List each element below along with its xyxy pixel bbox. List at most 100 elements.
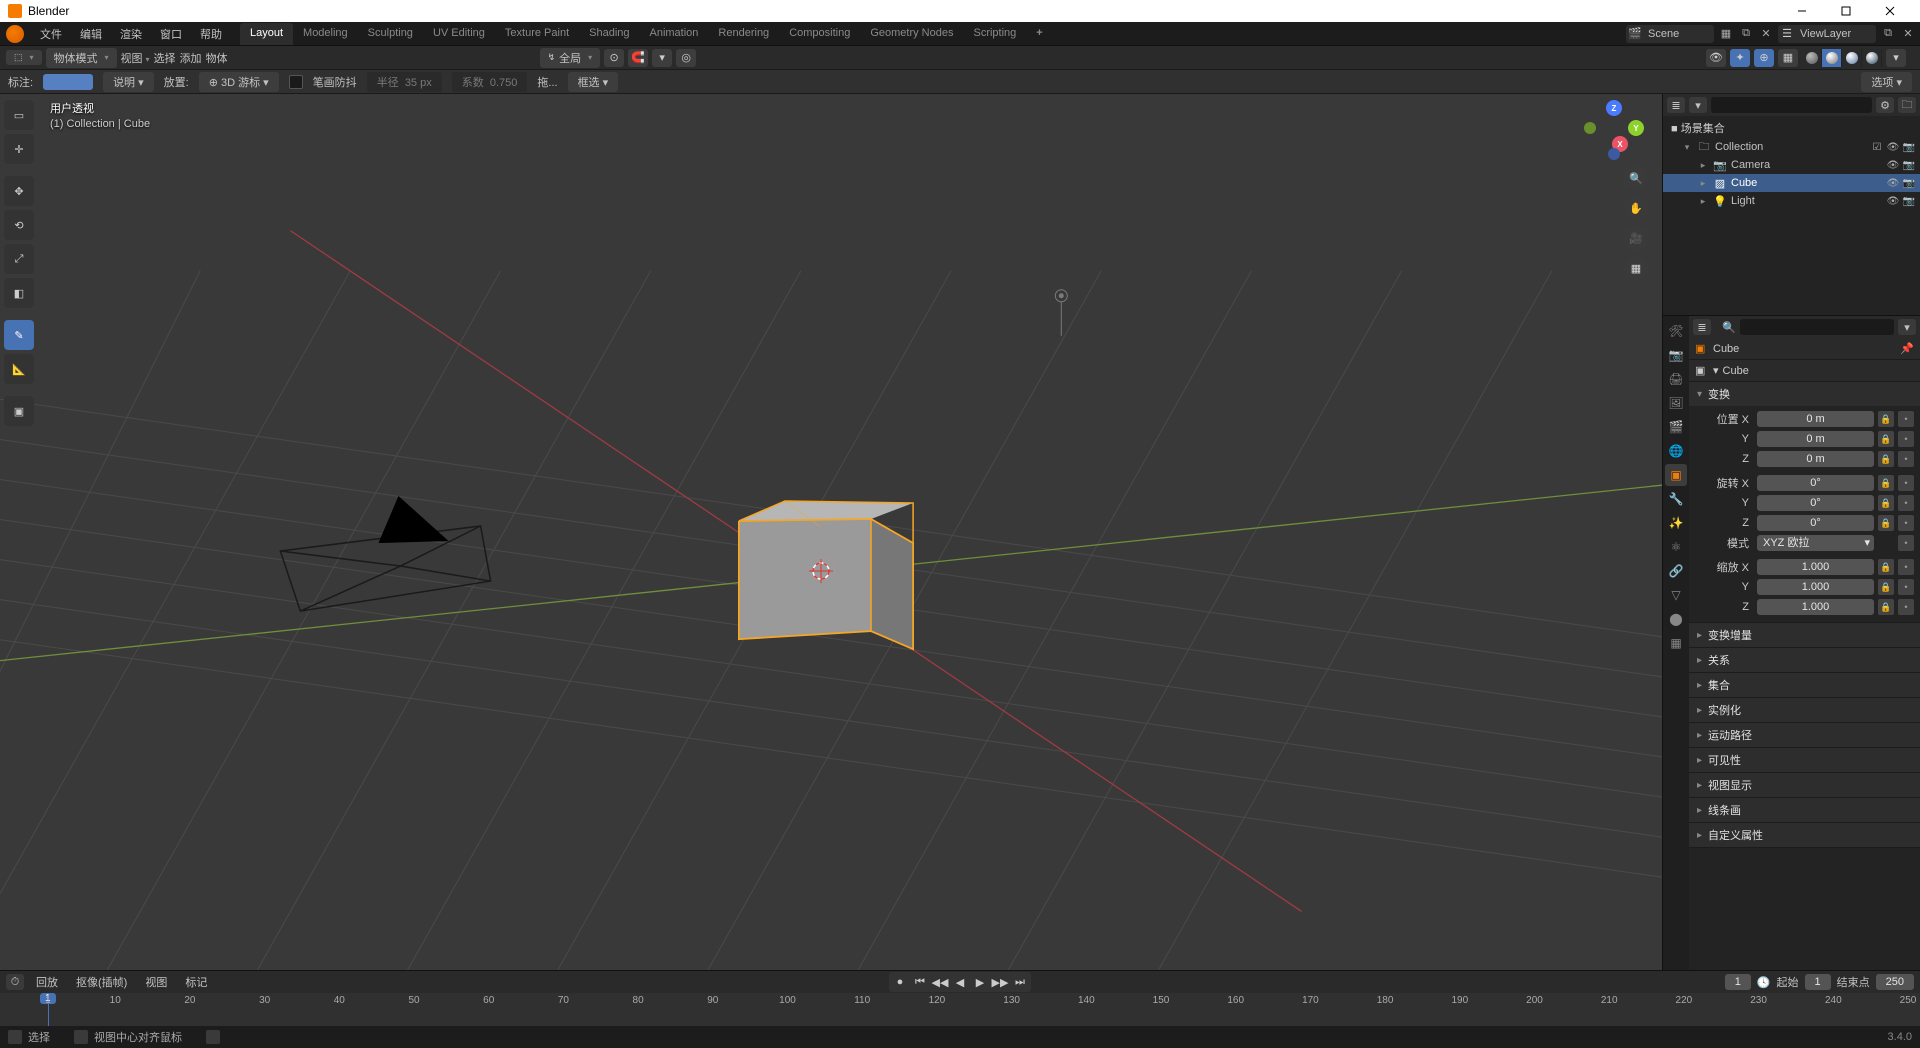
- place-dropdown[interactable]: ⊕ 3D 游标 ▾: [199, 72, 279, 92]
- scl-z-field[interactable]: 1.000: [1757, 599, 1874, 615]
- eye-icon[interactable]: 👁: [1886, 196, 1900, 207]
- timeline-editor-type[interactable]: ⏱: [6, 974, 24, 990]
- menu-select[interactable]: 选择: [154, 50, 176, 66]
- jump-end[interactable]: ⏭: [1011, 974, 1029, 990]
- pin-icon[interactable]: 📌: [1900, 342, 1914, 355]
- scl-x-field[interactable]: 1.000: [1757, 559, 1874, 575]
- maximize-button[interactable]: [1824, 0, 1868, 22]
- outliner-item-camera[interactable]: ▸ 📷 Camera 👁📷: [1663, 156, 1920, 174]
- nav-camera[interactable]: 🎥: [1624, 226, 1648, 250]
- timeline-view[interactable]: 视图: [139, 972, 173, 992]
- overlay-toggle[interactable]: ⊕: [1754, 49, 1774, 67]
- axis-z[interactable]: Z: [1606, 100, 1622, 116]
- panel-transform-header[interactable]: 变换: [1689, 382, 1920, 406]
- ptab-physics[interactable]: ⚛: [1665, 536, 1687, 558]
- start-frame-field[interactable]: 1: [1805, 974, 1831, 990]
- radius-field[interactable]: 半径 35 px: [367, 72, 442, 92]
- tab-animation[interactable]: Animation: [640, 23, 709, 45]
- annotate-layer-dropdown[interactable]: 说明 ▾: [103, 72, 154, 92]
- scl-y-field[interactable]: 1.000: [1757, 579, 1874, 595]
- rot-x-field[interactable]: 0°: [1757, 475, 1874, 491]
- breadcrumb-data-name[interactable]: Cube: [1723, 365, 1749, 377]
- rot-z-field[interactable]: 0°: [1757, 515, 1874, 531]
- play-reverse[interactable]: ◀: [951, 974, 969, 990]
- gizmo-toggle[interactable]: ✦: [1730, 49, 1750, 67]
- pos-x-field[interactable]: 0 m: [1757, 411, 1874, 427]
- outliner-item-light[interactable]: ▸ 💡 Light 👁📷: [1663, 192, 1920, 210]
- shading-matprev[interactable]: [1842, 49, 1862, 67]
- tool-measure[interactable]: 📐: [4, 354, 34, 384]
- camera-icon[interactable]: 📷: [1902, 178, 1916, 189]
- camera-icon[interactable]: 📷: [1902, 142, 1916, 153]
- tool-select-box[interactable]: ▭: [4, 100, 34, 130]
- ptab-viewlayer[interactable]: 🖼: [1665, 392, 1687, 414]
- outliner-new-collection[interactable]: 🗀: [1898, 97, 1916, 113]
- minimize-button[interactable]: [1780, 0, 1824, 22]
- mode-dropdown[interactable]: 物体模式: [46, 48, 117, 68]
- tool-move[interactable]: ✥: [4, 176, 34, 206]
- scene-new-button[interactable]: ⧉: [1738, 26, 1754, 42]
- rotation-mode-dropdown[interactable]: XYZ 欧拉 ▾: [1757, 535, 1874, 551]
- menu-add[interactable]: 添加: [180, 50, 202, 66]
- properties-editor-type[interactable]: ≣: [1693, 319, 1711, 335]
- tab-scripting[interactable]: Scripting: [963, 23, 1026, 45]
- outliner-display-dropdown[interactable]: ▾: [1689, 97, 1707, 113]
- camera-icon[interactable]: 📷: [1902, 196, 1916, 207]
- outliner-filter-button[interactable]: ⚙: [1876, 97, 1894, 113]
- menu-window[interactable]: 窗口: [152, 22, 190, 46]
- ptab-tool[interactable]: 🛠: [1665, 320, 1687, 342]
- eye-icon[interactable]: 👁: [1886, 160, 1900, 171]
- include-checkbox[interactable]: ☑: [1870, 142, 1884, 153]
- navigation-gizmo[interactable]: Z Y X: [1584, 100, 1644, 160]
- shading-solid[interactable]: [1822, 49, 1842, 67]
- tool-annotate[interactable]: ✎: [4, 320, 34, 350]
- eye-icon[interactable]: 👁: [1886, 142, 1900, 153]
- breadcrumb-obj-name[interactable]: Cube: [1713, 343, 1739, 355]
- scene-delete-button[interactable]: ✕: [1758, 26, 1774, 42]
- xray-toggle[interactable]: ▦: [1778, 49, 1798, 67]
- tab-rendering[interactable]: Rendering: [708, 23, 779, 45]
- axis-y[interactable]: Y: [1628, 120, 1644, 136]
- tool-transform[interactable]: ◧: [4, 278, 34, 308]
- select-mode-dropdown[interactable]: 框选 ▾: [568, 72, 619, 92]
- autokey-toggle[interactable]: ●: [891, 974, 909, 990]
- ptab-modifiers[interactable]: 🔧: [1665, 488, 1687, 510]
- timeline-ruler[interactable]: 1 11020304050607080901001101201301401501…: [0, 993, 1920, 1026]
- jump-start[interactable]: ⏮: [911, 974, 929, 990]
- camera-icon[interactable]: 📷: [1902, 160, 1916, 171]
- current-frame-field[interactable]: 1: [1725, 974, 1751, 990]
- snap-dropdown[interactable]: ▾: [652, 49, 672, 67]
- ptab-constraints[interactable]: 🔗: [1665, 560, 1687, 582]
- tool-rotate[interactable]: ⟲: [4, 210, 34, 240]
- ptab-texture[interactable]: ▦: [1665, 632, 1687, 654]
- shading-wireframe[interactable]: [1802, 49, 1822, 67]
- rot-y-field[interactable]: 0°: [1757, 495, 1874, 511]
- play[interactable]: ▶: [971, 974, 989, 990]
- visibility-button[interactable]: 👁: [1706, 49, 1726, 67]
- tab-compositing[interactable]: Compositing: [779, 23, 860, 45]
- eye-icon[interactable]: 👁: [1886, 178, 1900, 189]
- 3d-viewport[interactable]: ▭ ✛ ✥ ⟲ ⤢ ◧ ✎ 📐 ▣ 用户透视 (1) Collection | …: [0, 94, 1662, 970]
- tab-geometry-nodes[interactable]: Geometry Nodes: [860, 23, 963, 45]
- menu-help[interactable]: 帮助: [192, 22, 230, 46]
- scene-dropdown[interactable]: 🎬: [1626, 25, 1714, 43]
- editor-type-dropdown[interactable]: ⬚: [6, 50, 42, 65]
- keyframe-prev[interactable]: ◀◀: [931, 974, 949, 990]
- ptab-scene[interactable]: 🎬: [1665, 416, 1687, 438]
- tab-layout[interactable]: Layout: [240, 23, 293, 45]
- tool-cursor[interactable]: ✛: [4, 134, 34, 164]
- timeline-marker[interactable]: 标记: [179, 972, 213, 992]
- shading-dropdown[interactable]: ▾: [1886, 49, 1906, 67]
- tab-modeling[interactable]: Modeling: [293, 23, 358, 45]
- pos-y-field[interactable]: 0 m: [1757, 431, 1874, 447]
- menu-render[interactable]: 渲染: [112, 22, 150, 46]
- annotate-color[interactable]: [43, 74, 93, 90]
- ptab-particles[interactable]: ✨: [1665, 512, 1687, 534]
- end-frame-field[interactable]: 250: [1876, 974, 1914, 990]
- orientation-dropdown[interactable]: ↯全局: [540, 48, 601, 68]
- ptab-world[interactable]: 🌐: [1665, 440, 1687, 462]
- snap-toggle[interactable]: 🧲: [628, 49, 648, 67]
- scene-browse-button[interactable]: ▦: [1718, 26, 1734, 42]
- ptab-material[interactable]: ⬤: [1665, 608, 1687, 630]
- options-dropdown[interactable]: 选项 ▾: [1861, 72, 1912, 92]
